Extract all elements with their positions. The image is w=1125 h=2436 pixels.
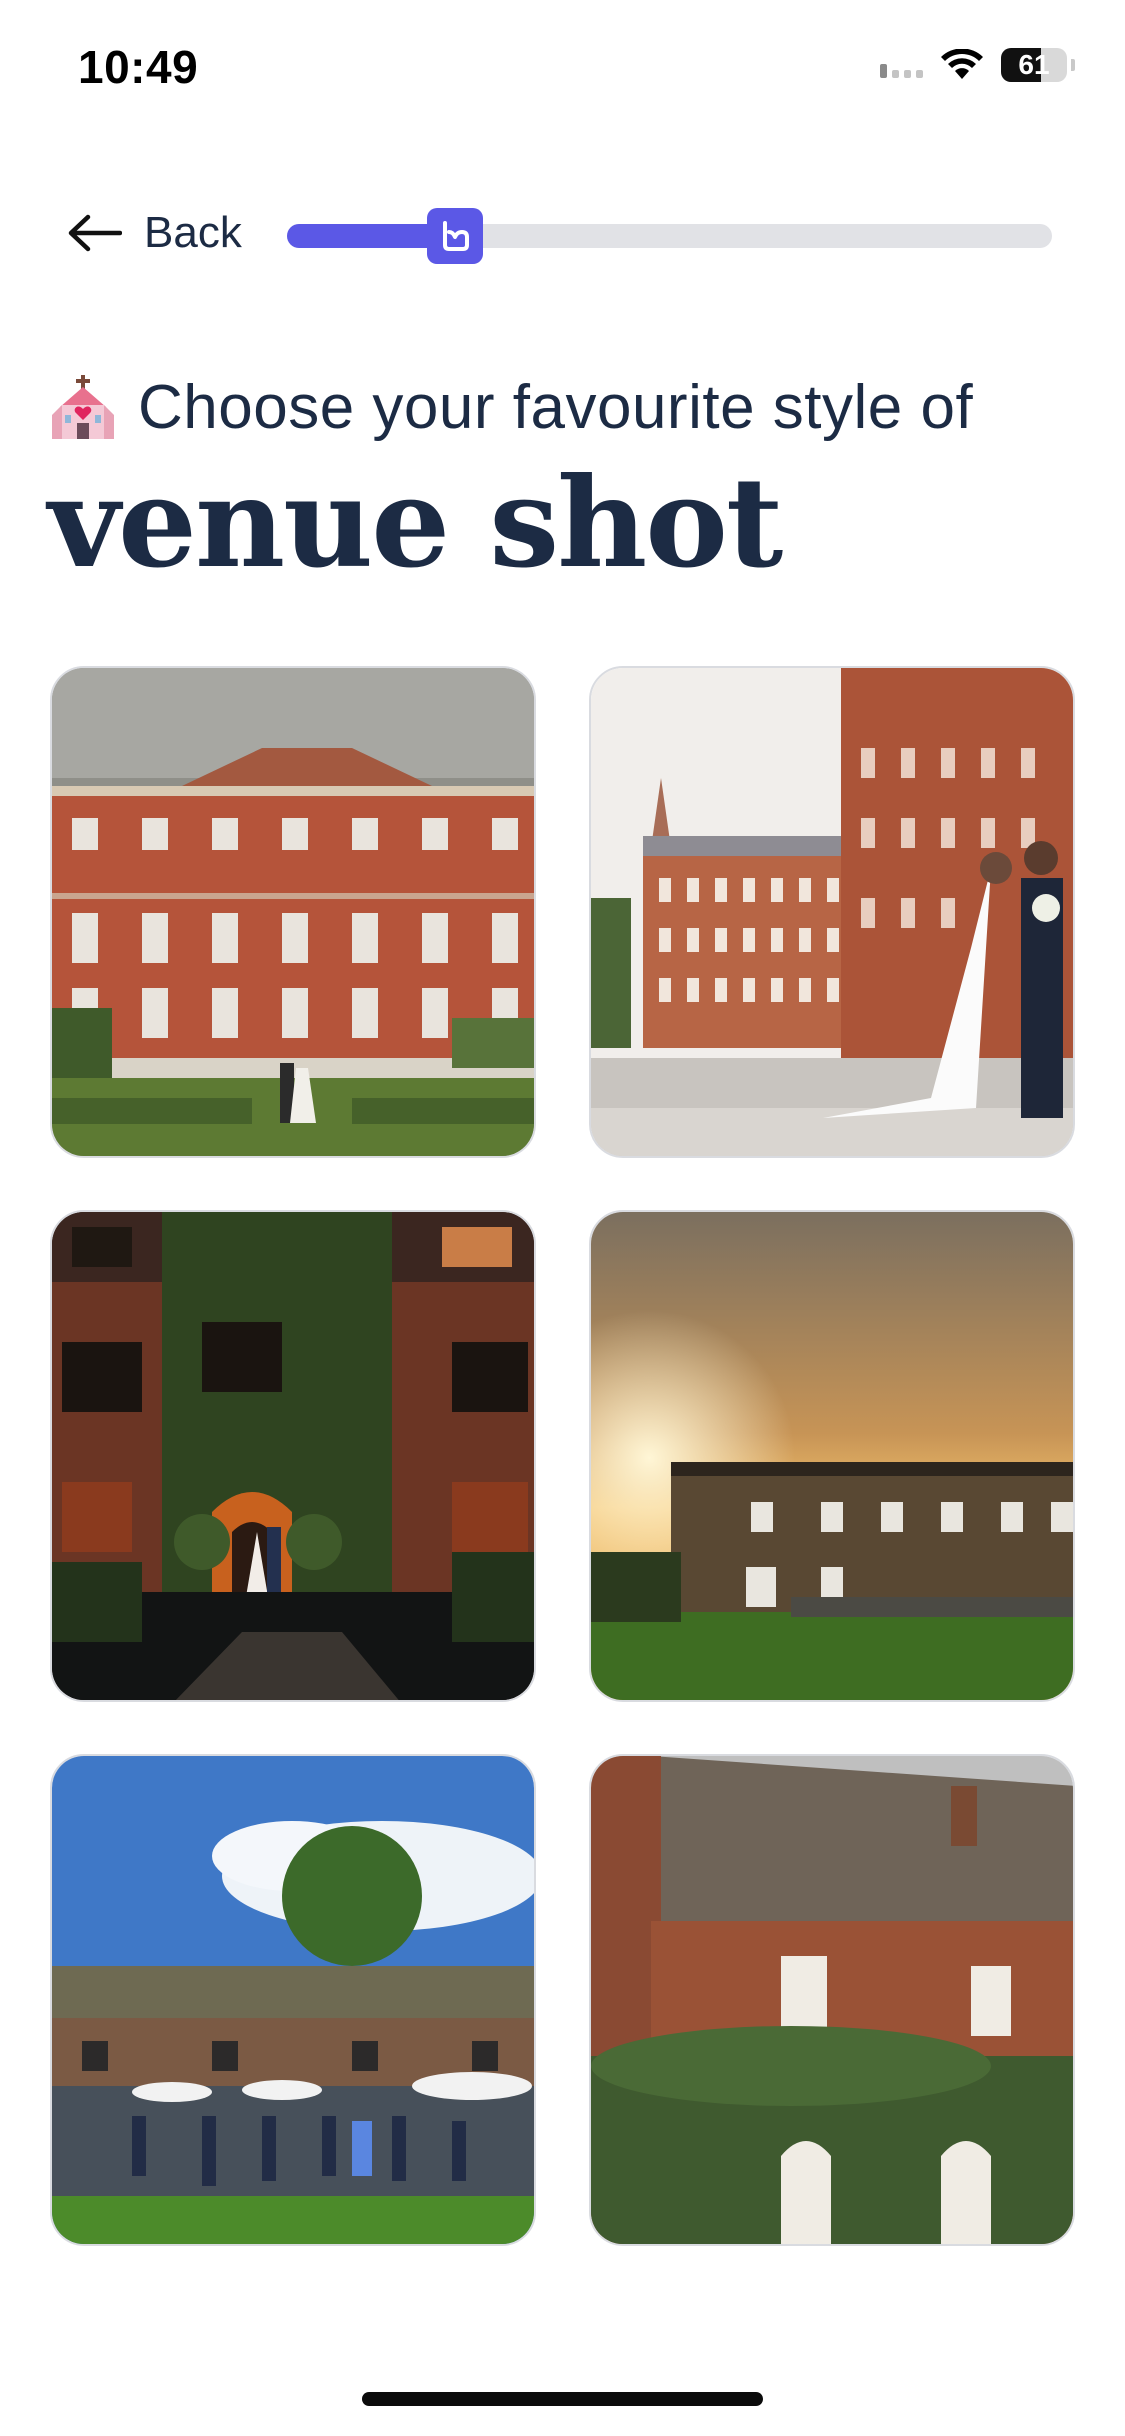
logo-icon: [443, 221, 470, 251]
venue-options-grid: [50, 666, 1075, 2246]
title-line: Choose your favourite style of: [50, 372, 973, 443]
venue-option-card[interactable]: [50, 1754, 536, 2246]
progress-bar: [287, 208, 1052, 264]
photo-icon: [591, 1212, 1073, 1700]
photo-icon: [591, 668, 1073, 1156]
signal-icon: [880, 52, 923, 78]
title-prefix: Choose your favourite style of: [138, 373, 974, 442]
photo-icon: [52, 668, 534, 1156]
status-bar: 10:49 61: [0, 0, 1125, 140]
photo-icon: [591, 1756, 1073, 2244]
status-time: 10:49: [78, 41, 199, 93]
back-button[interactable]: Back: [66, 208, 242, 258]
wifi-icon: [941, 49, 983, 79]
venue-option-card[interactable]: [50, 666, 536, 1158]
wedding-chapel-icon: [52, 374, 114, 439]
battery-level: 61: [1018, 49, 1050, 80]
photo-icon: [52, 1756, 534, 2244]
venue-option-card[interactable]: [589, 1210, 1075, 1702]
venue-option-card[interactable]: [589, 1754, 1075, 2246]
home-indicator[interactable]: [362, 2392, 763, 2406]
status-icons: 61: [880, 48, 1075, 82]
battery-cap: [1071, 59, 1075, 71]
back-label: Back: [144, 208, 242, 257]
progress-thumb: [427, 208, 484, 264]
photo-icon: [52, 1212, 534, 1700]
battery-icon: 61: [1001, 48, 1067, 82]
venue-option-card[interactable]: [50, 1210, 536, 1702]
page-title: venue shot: [48, 451, 783, 596]
header: Back: [0, 190, 1125, 280]
venue-option-card[interactable]: [589, 666, 1075, 1158]
arrow-left-icon: [68, 214, 122, 252]
